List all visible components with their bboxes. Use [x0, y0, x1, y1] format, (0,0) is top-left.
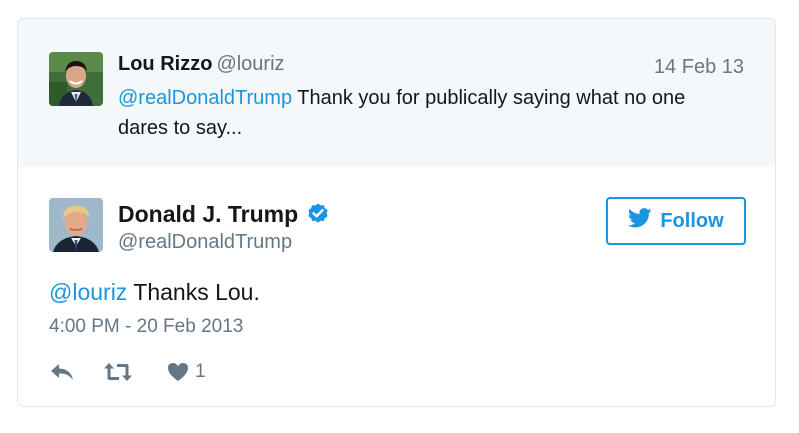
follow-button-label: Follow — [660, 209, 724, 232]
mention-link[interactable]: @louriz — [49, 279, 127, 305]
avatar[interactable] — [49, 198, 103, 252]
parent-tweet-date[interactable]: 14 Feb 13 — [654, 54, 744, 80]
reply-button[interactable] — [49, 361, 75, 383]
main-author-name[interactable]: Donald J. Trump — [118, 200, 298, 228]
parent-tweet[interactable]: Lou Rizzo @louriz 14 Feb 13 @realDonaldTr… — [18, 19, 775, 167]
verified-badge-icon — [306, 202, 330, 226]
like-count: 1 — [195, 361, 206, 382]
retweet-icon — [104, 363, 132, 381]
avatar[interactable] — [49, 52, 103, 106]
like-button[interactable]: 1 — [133, 361, 206, 383]
twitter-bird-icon — [628, 208, 652, 234]
parent-author-handle[interactable]: @louriz — [216, 53, 284, 75]
heart-icon — [168, 363, 188, 381]
parent-tweet-text: @realDonaldTrump Thank you for publicall… — [118, 83, 738, 143]
mention-link[interactable]: @realDonaldTrump — [118, 87, 292, 109]
tweet-timestamp[interactable]: 4:00 PM - 20 Feb 2013 — [49, 315, 243, 339]
main-author[interactable]: Donald J. Trump — [118, 200, 330, 228]
follow-button[interactable]: Follow — [606, 197, 746, 245]
embedded-tweet-card: Lou Rizzo @louriz 14 Feb 13 @realDonaldTr… — [17, 18, 776, 407]
tweet-body: Thanks Lou. — [127, 279, 260, 305]
tweet-text: @louriz Thanks Lou. — [49, 277, 260, 307]
parent-author[interactable]: Lou Rizzo @louriz — [118, 51, 285, 77]
reply-icon — [51, 364, 73, 380]
parent-author-name[interactable]: Lou Rizzo — [118, 53, 212, 75]
tweet-actions: 1 — [49, 357, 206, 387]
retweet-button[interactable] — [75, 361, 133, 383]
main-author-handle[interactable]: @realDonaldTrump — [118, 229, 292, 255]
